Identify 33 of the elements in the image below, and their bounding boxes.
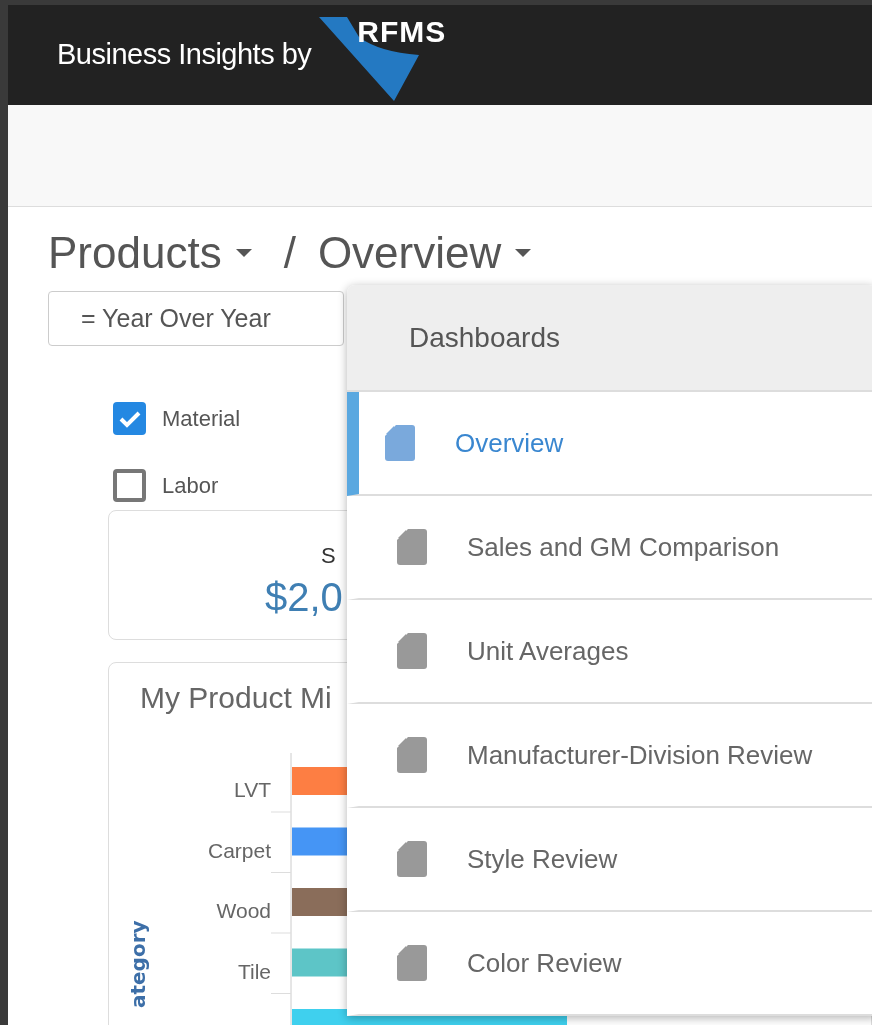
menu-item[interactable]: Sales and GM Comparison (347, 496, 872, 600)
breadcrumb-separator: / (283, 229, 296, 278)
document-icon (397, 945, 427, 981)
menu-item[interactable]: Manufacturer-Division Review (347, 704, 872, 808)
comparison-dropdown[interactable]: = Year Over Year (48, 291, 344, 347)
menu-header: Dashboards (347, 285, 872, 392)
checkbox-label: Labor (162, 474, 219, 497)
document-icon (397, 841, 427, 877)
breadcrumb-item[interactable]: Products (48, 229, 252, 278)
category-label: LVT (234, 778, 271, 802)
category-label: Carpet (207, 838, 271, 862)
caret-icon (515, 249, 532, 258)
menu-item[interactable]: Overview (347, 392, 872, 496)
document-icon (397, 737, 427, 773)
menu-item[interactable]: Style Review (347, 808, 872, 912)
document-icon (397, 633, 427, 669)
breadcrumb-item[interactable]: Overview (317, 229, 532, 278)
checkbox[interactable] (113, 469, 146, 503)
chart-title: My Product Mi (140, 680, 332, 717)
document-icon (385, 425, 415, 461)
menu-item[interactable]: Unit Averages (347, 600, 872, 704)
document-icon (397, 529, 427, 565)
category-label: Wood (216, 899, 271, 923)
menu-item[interactable]: Color Review (347, 912, 872, 1016)
kpi-label: S (321, 542, 336, 571)
checkmark-icon (118, 409, 141, 428)
caret-icon (235, 249, 252, 258)
checkbox-label: Material (162, 407, 241, 430)
category-label: Tile (237, 959, 271, 983)
axis-label: ategory (126, 920, 150, 1009)
app-title: Business Insights by (57, 37, 312, 73)
checkbox[interactable] (113, 402, 146, 436)
kpi-value: $2,0 (265, 574, 343, 622)
